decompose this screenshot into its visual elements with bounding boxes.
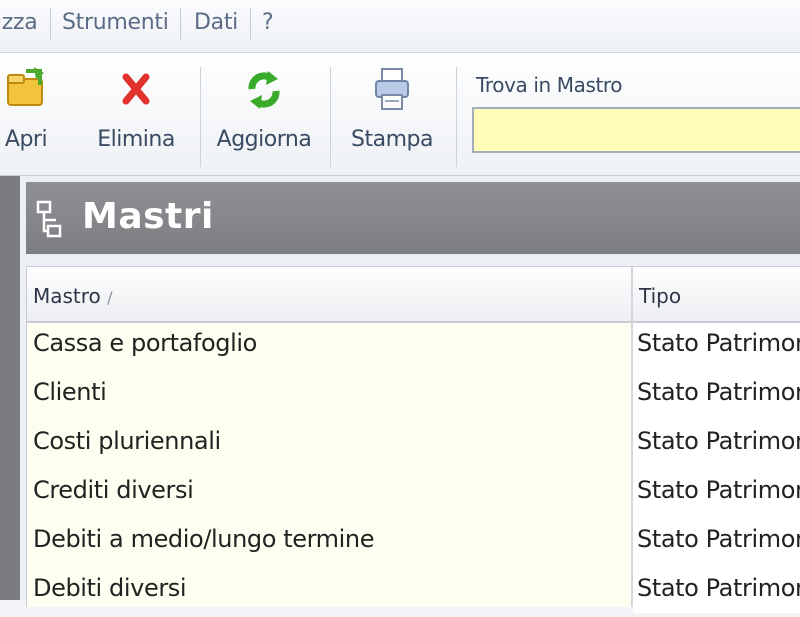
find-input[interactable]: [472, 107, 800, 153]
cell-tipo: Stato Patrimoni: [637, 329, 800, 357]
table-row[interactable]: Debiti diversi Stato Patrimoni: [27, 568, 800, 617]
table-row[interactable]: Cassa e portafoglio Stato Patrimoni: [27, 323, 800, 372]
cell-mastro: Debiti diversi: [33, 574, 187, 602]
cell-tipo: Stato Patrimoni: [637, 476, 800, 504]
print-button[interactable]: Stampa: [346, 65, 438, 169]
cell-mastro: Clienti: [33, 378, 107, 406]
table-row[interactable]: Costi pluriennali Stato Patrimoni: [27, 421, 800, 470]
cell-tipo: Stato Patrimoni: [637, 378, 800, 406]
table-row[interactable]: Crediti diversi Stato Patrimoni: [27, 470, 800, 519]
toolbar-separator: [330, 67, 331, 167]
cell-tipo: Stato Patrimoni: [637, 525, 800, 553]
menu-item-visualizza[interactable]: izza: [0, 10, 38, 35]
hierarchy-icon: [36, 200, 62, 238]
left-panel-strip: [0, 176, 20, 600]
menu-item-dati[interactable]: Dati: [194, 10, 238, 35]
print-label: Stampa: [351, 127, 433, 152]
menu-separator: [180, 8, 181, 40]
sort-ascending-icon: /: [107, 288, 113, 307]
table-row[interactable]: Debiti a medio/lungo termine Stato Patri…: [27, 519, 800, 568]
mastri-panel: Mastri Mastro / Tipo Cassa e portafoglio…: [20, 176, 800, 613]
open-icon: [7, 67, 44, 106]
refresh-button[interactable]: Aggiorna: [212, 65, 316, 169]
find-label: Trova in Mastro: [476, 73, 623, 97]
delete-button[interactable]: Elimina: [90, 65, 182, 169]
cell-tipo: Stato Patrimoni: [637, 427, 800, 455]
toolbar-separator: [200, 67, 201, 167]
panel-title: Mastri: [82, 196, 214, 237]
cell-tipo: Stato Patrimoni: [637, 574, 800, 602]
print-icon: [375, 68, 409, 110]
column-header-mastro[interactable]: Mastro /: [27, 267, 631, 321]
refresh-icon: [248, 71, 280, 109]
column-header-mastro-label: Mastro: [33, 284, 101, 308]
cell-mastro: Debiti a medio/lungo termine: [33, 525, 375, 553]
panel-header: Mastri: [26, 182, 800, 254]
menu-bar: izza Strumenti Dati ?: [0, 0, 800, 53]
column-header-tipo[interactable]: Tipo: [633, 267, 800, 321]
menu-item-help[interactable]: ?: [262, 10, 274, 35]
toolbar-separator: [456, 67, 457, 167]
toolbar: Apri Elimina Aggiorna Stampa Trova in Ma…: [0, 53, 800, 176]
menu-separator: [250, 8, 251, 40]
grid-header: Mastro / Tipo: [27, 267, 800, 323]
cell-mastro: Costi pluriennali: [33, 427, 221, 455]
cell-mastro: Cassa e portafoglio: [33, 329, 257, 357]
open-button[interactable]: Apri: [0, 65, 54, 169]
open-label: Apri: [4, 127, 48, 152]
mastri-grid: Mastro / Tipo Cassa e portafoglio Stato …: [26, 266, 800, 613]
table-row[interactable]: Clienti Stato Patrimoni: [27, 372, 800, 421]
menu-separator: [50, 8, 51, 40]
cell-mastro: Crediti diversi: [33, 476, 194, 504]
delete-label: Elimina: [97, 127, 175, 152]
refresh-label: Aggiorna: [216, 127, 312, 152]
grid-rows: Cassa e portafoglio Stato Patrimoni Clie…: [27, 323, 800, 617]
delete-icon: [122, 73, 150, 105]
menu-item-strumenti[interactable]: Strumenti: [62, 10, 169, 35]
column-header-tipo-label: Tipo: [639, 284, 682, 308]
